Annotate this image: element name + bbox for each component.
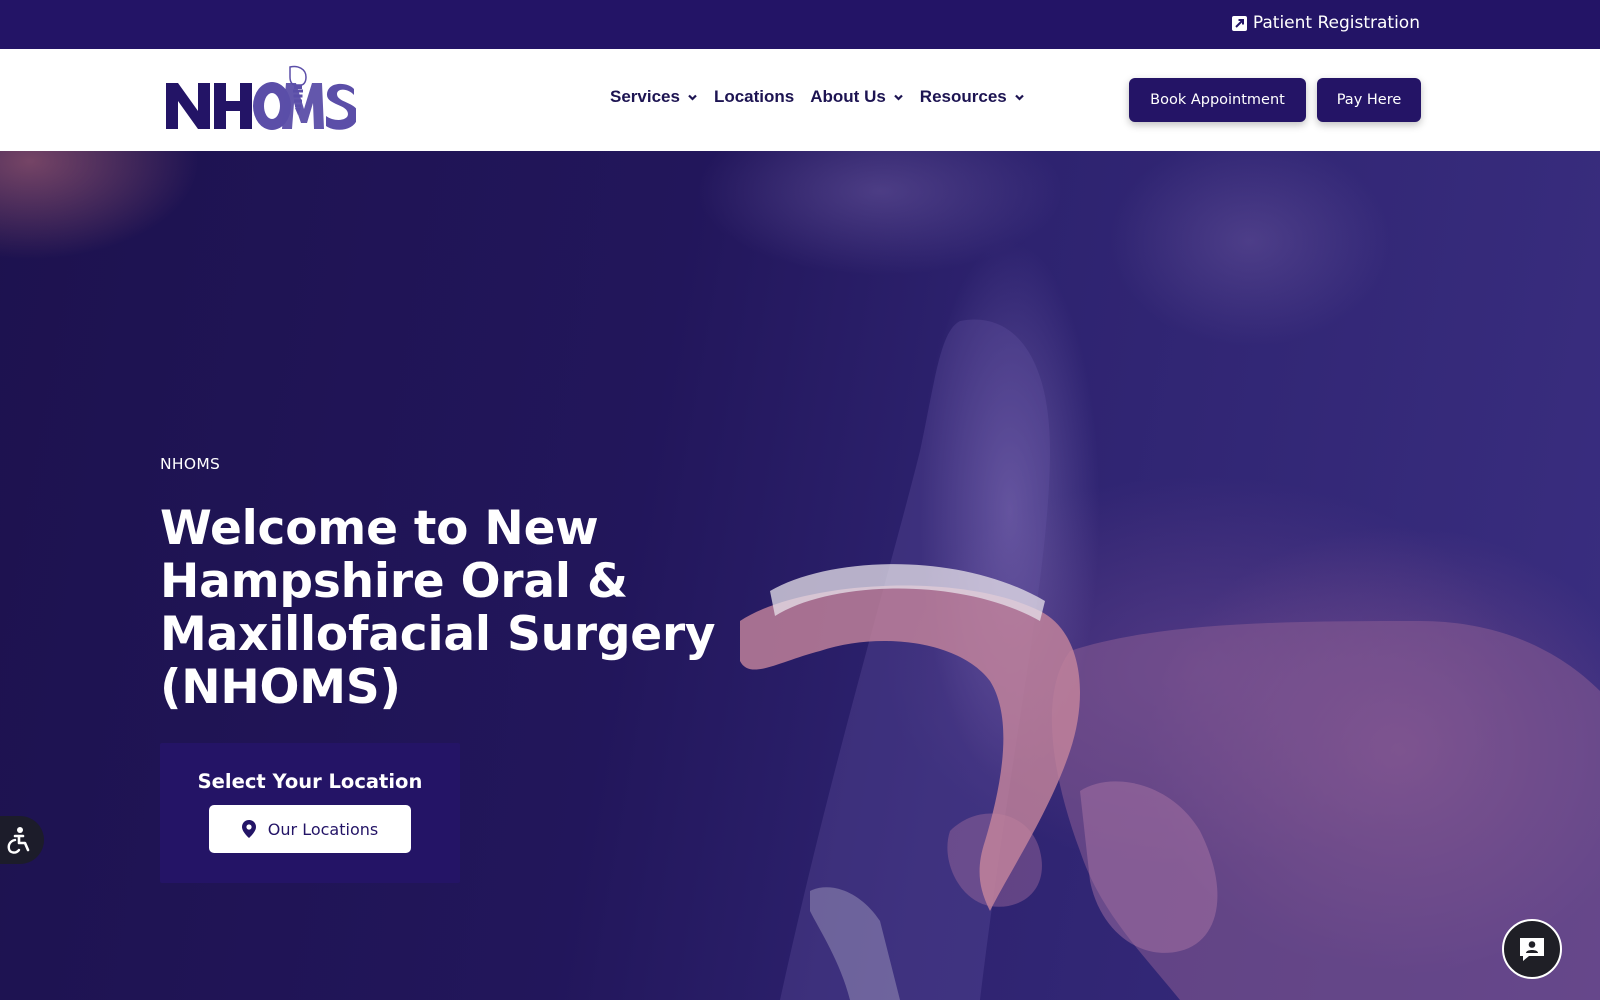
hero-headline: Welcome to New Hampshire Oral & Maxillof…: [160, 501, 716, 715]
chevron-down-icon: [688, 94, 697, 101]
nav-item-resources[interactable]: Resources: [920, 87, 1025, 107]
patient-registration-label: Patient Registration: [1252, 13, 1420, 33]
main-nav: Services Locations About Us Resources: [610, 87, 1025, 107]
hero-section: NHOMS Welcome to New Hampshire Oral & Ma…: [0, 151, 1600, 1000]
accessibility-icon: [7, 827, 30, 854]
nhoms-logo[interactable]: [164, 65, 358, 131]
nav-item-label: Resources: [919, 87, 1007, 106]
chevron-down-icon: [894, 94, 903, 101]
chevron-down-icon: [1014, 94, 1024, 101]
nav-item-about-us[interactable]: About Us: [810, 87, 904, 107]
nav-item-locations[interactable]: Locations: [714, 87, 794, 107]
nav-item-label: Services: [610, 87, 680, 106]
nav-item-label: Locations: [713, 87, 795, 106]
pay-here-button[interactable]: Pay Here: [1317, 78, 1421, 122]
map-pin-icon: [241, 820, 256, 838]
book-appointment-button[interactable]: Book Appointment: [1129, 78, 1306, 122]
nav-item-label: About Us: [810, 87, 886, 106]
location-card-title: Select Your Location: [197, 770, 423, 793]
nav-item-services[interactable]: Services: [610, 87, 698, 107]
patient-registration-link[interactable]: Patient Registration: [1231, 13, 1420, 33]
our-locations-button[interactable]: Our Locations: [209, 805, 411, 853]
location-card: Select Your Location Our Locations: [160, 743, 460, 883]
site-header: Services Locations About Us Resources Bo…: [0, 49, 1600, 151]
chat-contact-icon: [1520, 938, 1544, 961]
chat-button[interactable]: [1502, 919, 1562, 979]
our-locations-label: Our Locations: [267, 819, 379, 839]
hero-eyebrow: NHOMS: [160, 455, 221, 473]
external-link-icon: [1231, 15, 1247, 31]
top-bar: Patient Registration: [0, 0, 1600, 49]
